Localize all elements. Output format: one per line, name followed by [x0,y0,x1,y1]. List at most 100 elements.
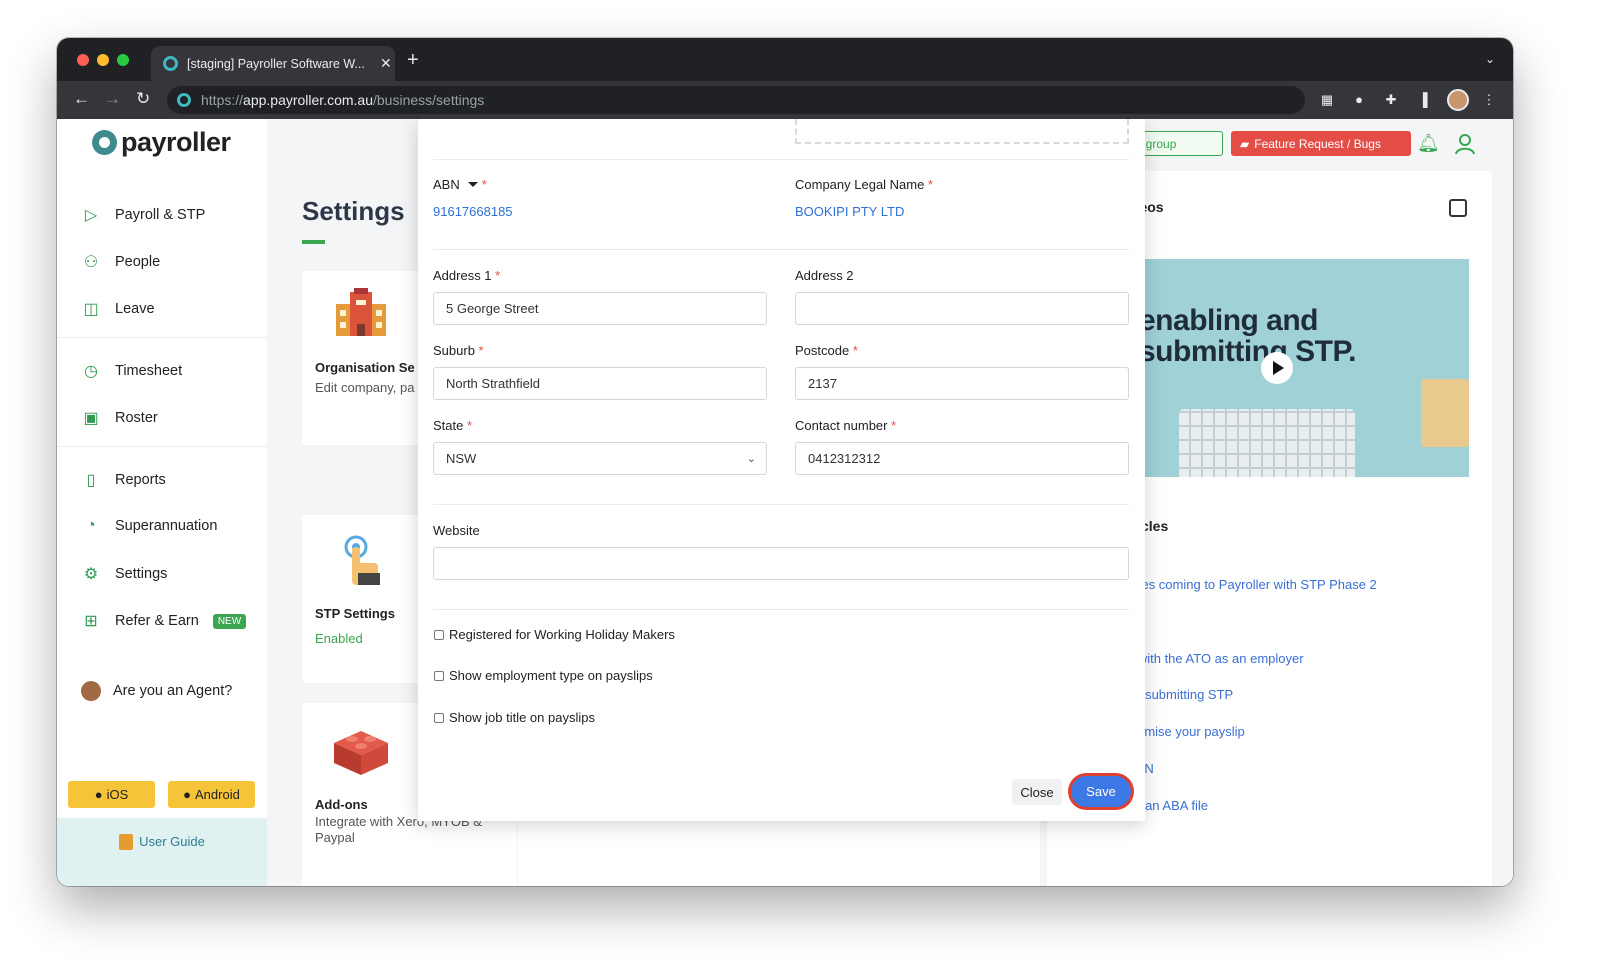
modal-divider [433,504,1129,505]
agent-avatar-icon [81,681,101,701]
tab-search-chevron-icon[interactable]: ⌄ [1485,52,1495,66]
sidebar-item-reports[interactable]: ▯ Reports [81,470,166,490]
suburb-input[interactable]: North Strathfield [433,367,767,400]
abn-label[interactable]: ABN * [433,177,487,192]
legal-name-value[interactable]: BOOKIPI PTY LTD [795,204,904,219]
website-input[interactable] [433,547,1129,580]
employment-type-checkbox[interactable]: Show employment type on payslips [434,668,653,683]
keyboard-image [1179,409,1355,477]
building-icon [336,288,386,336]
card-title: Add-ons [315,797,368,812]
puzzle-extensions-icon[interactable]: ✚ [1383,92,1399,108]
apple-icon: ● [94,787,103,802]
state-select[interactable]: NSW ⌄ [433,442,767,475]
panel-toggle-icon[interactable] [1449,199,1467,217]
new-badge: NEW [212,613,247,629]
browser-tab[interactable]: [staging] Payroller Software W... ✕ [151,46,395,81]
tab-title: [staging] Payroller Software W... [187,56,365,71]
play-icon: ▷ [84,207,98,224]
checkbox-box[interactable] [434,629,444,640]
new-tab-button[interactable]: + [407,49,419,72]
clock-icon: ◷ [84,363,98,380]
user-guide-link[interactable]: User Guide [57,818,267,886]
play-icon[interactable] [1261,352,1293,384]
stp-status: Enabled [315,631,363,646]
document-icon: ▯ [86,472,96,489]
sidebar-item-timesheet[interactable]: ◷ Timesheet [81,361,182,381]
gear-icon: ⚙ [83,566,99,583]
contact-number-label: Contact number * [795,418,897,433]
close-button[interactable]: Close [1012,779,1062,805]
content-panel [518,819,1040,886]
payroller-logo[interactable]: payroller [92,127,231,158]
sidebar-item-settings[interactable]: ⚙ Settings [81,564,168,584]
kebab-menu-icon[interactable]: ⋮ [1481,92,1497,108]
sidebar-item-payroll-stp[interactable]: ▷ Payroll & STP [81,205,205,225]
url-text: https://app.payroller.com.au/business/se… [201,92,485,108]
address2-label: Address 2 [795,268,854,283]
article-link[interactable]: nges coming to Payroller with STP Phase … [1127,577,1377,592]
android-app-button[interactable]: ● Android [168,781,255,808]
sidebar-divider [57,446,267,447]
close-window-button[interactable] [77,54,89,66]
payroller-logo-icon [92,130,117,155]
ios-app-button[interactable]: ● iOS [68,781,155,808]
chevron-down-icon: ⌄ [746,453,756,465]
sidebar-item-leave[interactable]: ◫ Leave [81,299,154,319]
tab-close-icon[interactable]: ✕ [380,55,392,72]
site-info-icon[interactable] [177,93,191,107]
sidebar-item-refer-earn[interactable]: ⊞ Refer & Earn NEW [81,611,247,631]
caret-down-icon [467,182,478,187]
back-arrow-icon[interactable]: ← [73,89,90,109]
organisation-settings-modal: ABN * 91617668185 Company Legal Name * BO… [418,119,1145,821]
reload-icon[interactable]: ↻ [136,89,150,109]
working-holiday-checkbox[interactable]: Registered for Working Holiday Makers [434,627,675,642]
feature-request-button[interactable]: ▰ Feature Request / Bugs [1231,131,1411,156]
payroller-favicon-icon [163,56,178,71]
extension-avatar-icon[interactable]: ● [1351,92,1367,108]
page-title: Settings [302,196,405,226]
legal-name-label: Company Legal Name * [795,177,934,192]
card-title: Organisation Se [315,360,415,375]
contact-number-input[interactable]: 0412312312 [795,442,1129,475]
user-icon[interactable] [1455,133,1475,155]
article-link[interactable]: g with the ATO as an employer [1127,651,1304,666]
video-thumbnail[interactable]: enabling and submitting STP. [1129,259,1469,477]
address2-input[interactable] [795,292,1129,325]
sidebar-item-people[interactable]: ⚇ People [81,252,160,272]
minimize-window-button[interactable] [97,54,109,66]
android-icon: ● [183,787,192,802]
bell-icon[interactable]: 🔔︎ [1417,133,1440,154]
checkbox-box[interactable] [434,712,444,723]
sidebar-item-roster[interactable]: ▣ Roster [81,408,157,428]
app-content: payroller ▷ Payroll & STP ⚇ People ◫ Lea… [57,119,1513,886]
people-icon: ⚇ [83,254,99,271]
browser-window: [staging] Payroller Software W... ✕ + ⌄ … [57,38,1513,886]
profile-avatar-icon[interactable] [1447,89,1469,111]
briefcase-icon: ◫ [83,301,99,318]
state-label: State * [433,418,473,433]
agent-link[interactable]: Are you an Agent? [81,681,232,701]
tap-hand-icon [344,535,380,585]
suburb-label: Suburb * [433,343,484,358]
tab-bar: [staging] Payroller Software W... ✕ + ⌄ [57,38,1513,81]
postcode-input[interactable]: 2137 [795,367,1129,400]
modal-divider [433,609,1129,610]
sidebar-item-superannuation[interactable]: ◔ Superannuation [81,517,217,535]
card-title: STP Settings [315,606,395,621]
save-button[interactable]: Save [1071,776,1131,807]
lego-block-icon [334,731,388,775]
side-panel-icon[interactable]: ▐ [1415,92,1431,108]
logo-upload-dropzone[interactable] [795,119,1129,144]
decorative-box [1421,379,1469,447]
address1-input[interactable]: 5 George Street [433,292,767,325]
maximize-window-button[interactable] [117,54,129,66]
calendar-icon: ▣ [83,410,99,427]
job-title-checkbox[interactable]: Show job title on payslips [434,710,595,725]
url-input[interactable]: https://app.payroller.com.au/business/se… [167,86,1305,114]
abn-value[interactable]: 91617668185 [433,204,513,219]
forward-arrow-icon[interactable]: → [104,89,121,109]
address-bar: ← → ↻ https://app.payroller.com.au/busin… [57,81,1513,119]
checkbox-box[interactable] [434,670,444,681]
qr-code-icon[interactable]: ▦ [1319,92,1335,108]
